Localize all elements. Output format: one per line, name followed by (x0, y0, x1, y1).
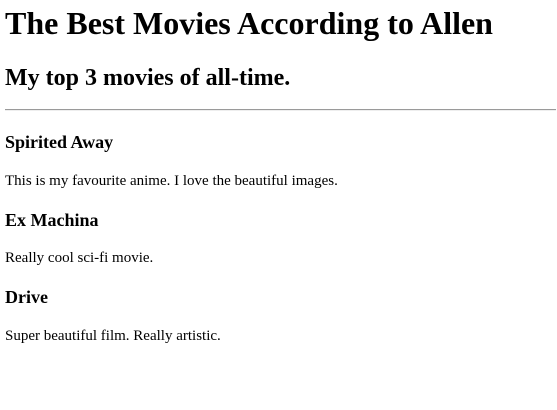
divider (5, 109, 556, 111)
page-title: The Best Movies According to Allen (5, 5, 493, 41)
movie-description-spirited-away: This is my favourite anime. I love the b… (5, 173, 338, 189)
movie-title-drive: Drive (5, 287, 48, 307)
movie-title-spirited-away: Spirited Away (5, 132, 114, 152)
page-subtitle: My top 3 movies of all-time. (5, 65, 291, 91)
page: The Best Movies According to Allen My to… (0, 0, 557, 410)
movie-title-ex-machina: Ex Machina (5, 210, 99, 230)
movie-description-ex-machina: Really cool sci-fi movie. (5, 250, 154, 266)
movie-description-drive: Super beautiful film. Really artistic. (5, 328, 221, 344)
